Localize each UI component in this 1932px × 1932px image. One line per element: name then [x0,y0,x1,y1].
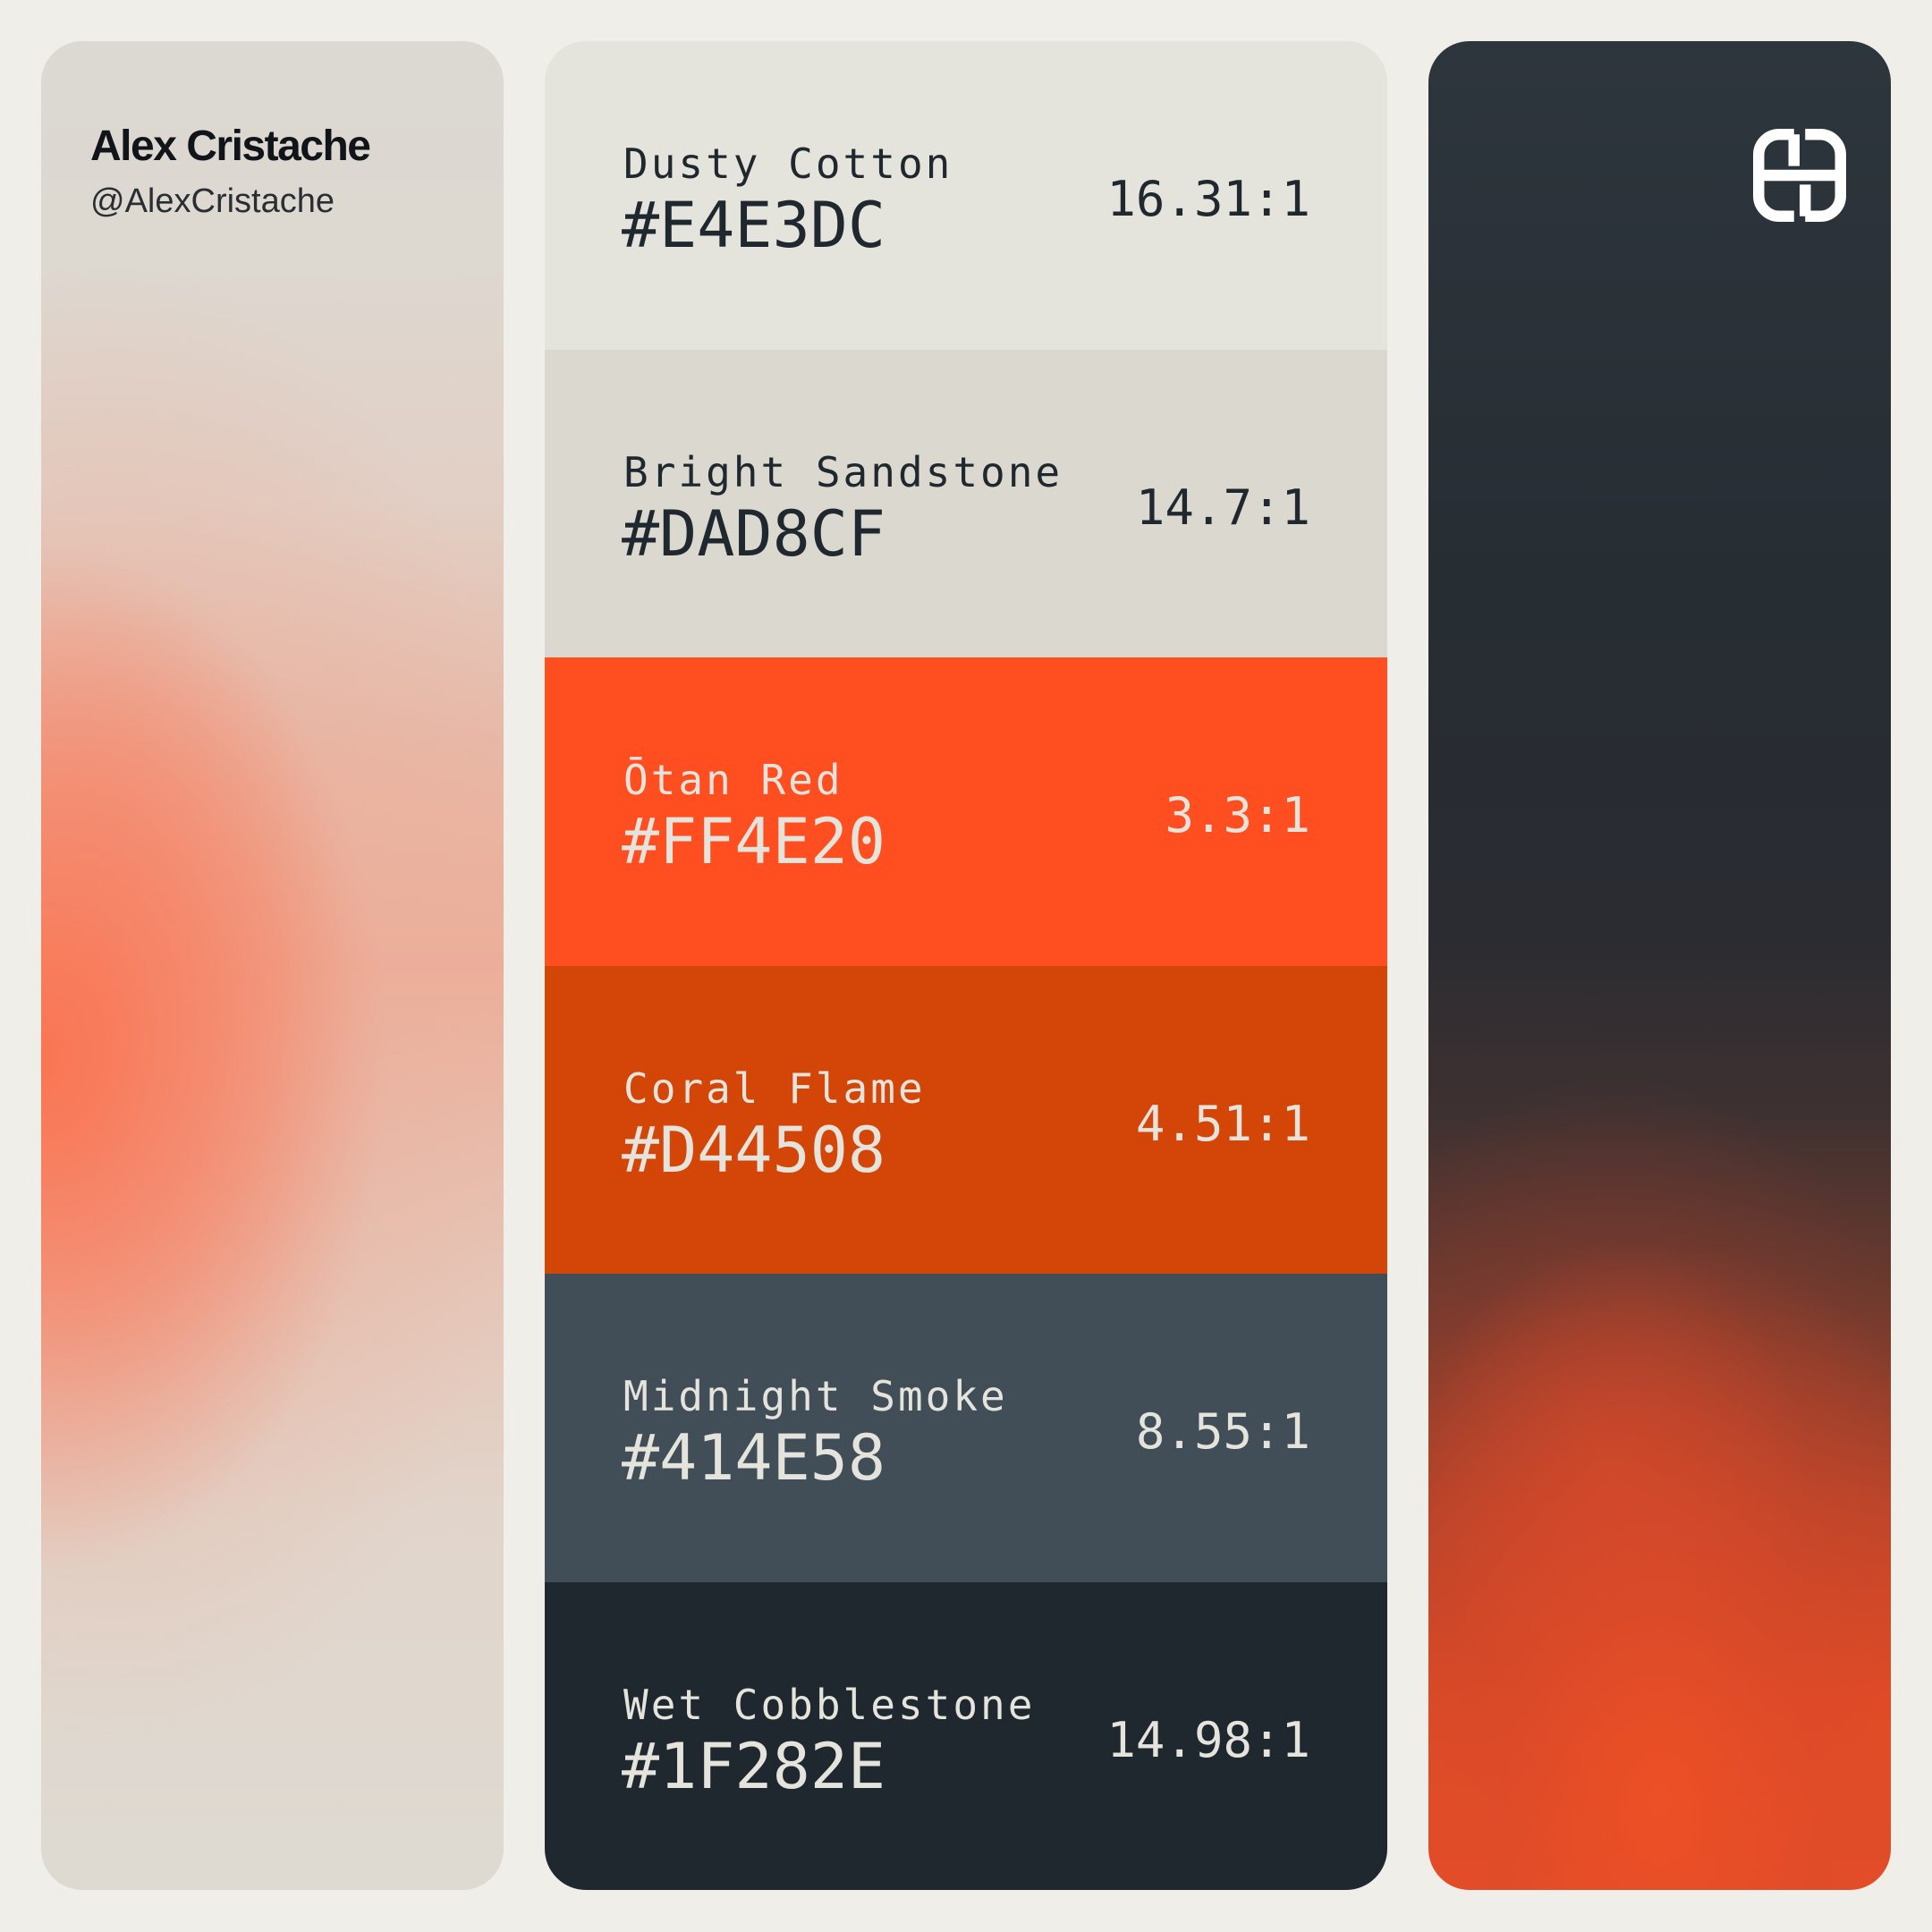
swatch-hex: #DAD8CF [622,496,886,571]
swatch-contrast-ratio: 4.51:1 [1135,1095,1310,1152]
swatch-name: Bright Sandstone [623,447,1063,496]
interlocking-loops-logo-icon [1753,129,1846,222]
swatch-hex: #D44508 [622,1113,886,1187]
color-swatch: Bright Sandstone #DAD8CF 14.7:1 [545,349,1387,657]
swatch-contrast-ratio: 3.3:1 [1165,787,1310,843]
gradient-preview-light: Alex Cristache @AlexCristache [41,41,504,1890]
swatch-name: Wet Cobblestone [623,1680,1036,1729]
color-swatch: Coral Flame #D44508 4.51:1 [545,965,1387,1274]
swatch-hex: #1F282E [622,1729,886,1803]
color-swatch: Wet Cobblestone #1F282E 14.98:1 [545,1581,1387,1890]
swatch-name: Ōtan Red [623,756,843,804]
swatch-contrast-ratio: 16.31:1 [1106,171,1310,227]
color-palette: Dusty Cotton #E4E3DC 16.31:1 Bright Sand… [545,41,1387,1890]
swatch-hex: #FF4E20 [622,805,886,878]
color-swatch: Dusty Cotton #E4E3DC 16.31:1 [545,41,1387,350]
swatch-name: Midnight Smoke [623,1372,1008,1420]
swatch-hex: #414E58 [622,1421,886,1495]
swatch-name: Dusty Cotton [623,140,953,188]
swatch-contrast-ratio: 14.98:1 [1106,1711,1310,1768]
color-swatch: Midnight Smoke #414E58 8.55:1 [545,1274,1387,1582]
swatch-contrast-ratio: 8.55:1 [1135,1403,1310,1460]
gradient-preview-dark [1428,41,1891,1890]
swatch-hex: #E4E3DC [622,189,886,262]
author-name: Alex Cristache [90,123,371,170]
swatch-name: Coral Flame [623,1063,926,1113]
color-swatch: Ōtan Red #FF4E20 3.3:1 [545,657,1387,966]
author-handle: @AlexCristache [90,182,335,220]
swatch-contrast-ratio: 14.7:1 [1135,479,1310,536]
